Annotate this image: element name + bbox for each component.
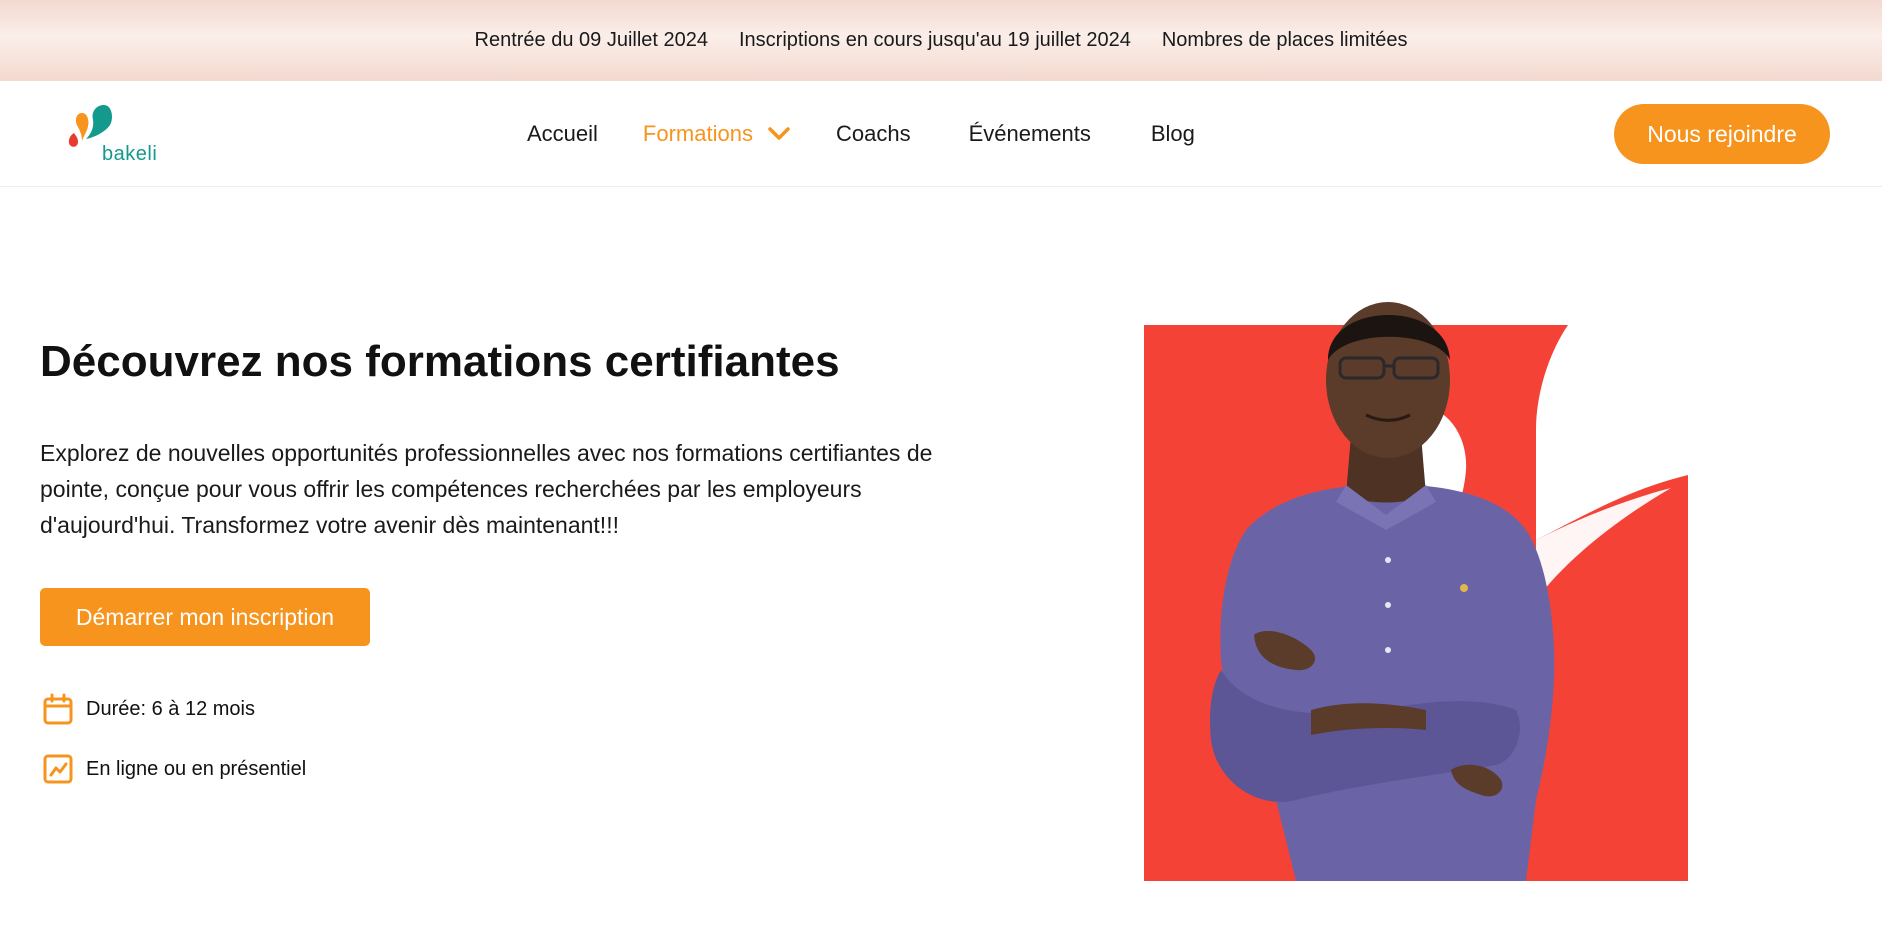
- hero-title: Découvrez nos formations certifiantes: [40, 337, 840, 386]
- hero-illustration: [1144, 302, 1688, 881]
- nav-item-formations-label: Formations: [642, 121, 753, 146]
- start-registration-button[interactable]: Démarrer mon inscription: [40, 588, 370, 646]
- announcement-bar: Rentrée du 09 Juillet 2024 Inscriptions …: [0, 0, 1882, 81]
- feature-mode: En ligne ou en présentiel: [40, 751, 306, 787]
- hero-description: Explorez de nouvelles opportunités profe…: [40, 440, 933, 538]
- join-button[interactable]: Nous rejoindre: [1614, 104, 1830, 164]
- site-header: bakeli Accueil Formations Coachs Événeme…: [0, 81, 1882, 187]
- announcement-registration-deadline: Inscriptions en cours jusqu'au 19 juille…: [739, 29, 1131, 51]
- logo-text: bakeli: [102, 143, 158, 165]
- nav-item-accueil[interactable]: Accueil: [527, 121, 598, 147]
- main-nav: Accueil Formations Coachs Événements Blo…: [527, 81, 1240, 187]
- nav-item-evenements[interactable]: Événements: [969, 121, 1091, 147]
- chart-trend-icon: [43, 754, 73, 784]
- hero-photo: [1096, 240, 1696, 885]
- nav-item-blog[interactable]: Blog: [1151, 121, 1195, 147]
- announcement-start-date: Rentrée du 09 Juillet 2024: [474, 29, 709, 51]
- nav-item-coachs[interactable]: Coachs: [836, 121, 911, 147]
- chevron-down-icon[interactable]: [767, 126, 791, 142]
- calendar-icon: [43, 693, 73, 725]
- nav-item-formations[interactable]: Formations: [643, 121, 791, 147]
- bakeli-logo[interactable]: bakeli: [66, 103, 176, 167]
- feature-mode-text: En ligne ou en présentiel: [86, 757, 307, 780]
- feature-duration-text: Durée: 6 à 12 mois: [86, 697, 255, 720]
- announcement-limited-seats: Nombres de places limitées: [1161, 29, 1408, 51]
- feature-duration: Durée: 6 à 12 mois: [40, 691, 255, 727]
